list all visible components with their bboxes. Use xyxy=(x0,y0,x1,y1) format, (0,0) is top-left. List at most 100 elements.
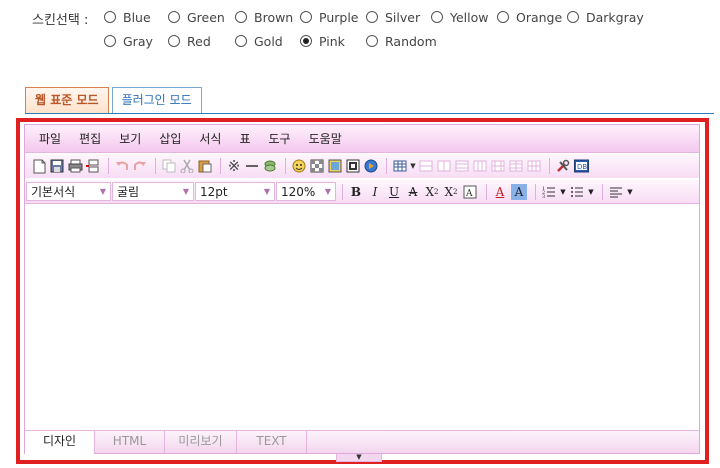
menu-table[interactable]: 표 xyxy=(230,130,259,147)
chevron-down-icon: ▼ xyxy=(99,187,106,196)
menu-file[interactable]: 파일 xyxy=(30,130,70,147)
table-row-insert-icon[interactable] xyxy=(418,158,434,174)
radio-icon[interactable] xyxy=(366,35,378,47)
skin-option-green[interactable]: Green xyxy=(168,8,225,26)
save-icon[interactable] xyxy=(49,158,65,174)
menu-insert[interactable]: 삽입 xyxy=(150,130,190,147)
align-left-icon[interactable] xyxy=(608,184,624,200)
new-document-icon[interactable] xyxy=(31,158,47,174)
table-delete-row-icon[interactable] xyxy=(454,158,470,174)
editor-content-area[interactable] xyxy=(25,206,699,430)
tab-design[interactable]: 디자인 xyxy=(25,431,95,454)
tools-icon[interactable] xyxy=(555,158,571,174)
image-icon[interactable] xyxy=(327,158,343,174)
highlight-color-icon[interactable]: A xyxy=(511,183,527,200)
skin-option-orange[interactable]: Orange xyxy=(497,8,562,26)
bold-icon[interactable]: B xyxy=(348,184,364,200)
font-family-select[interactable]: 굴림 ▼ xyxy=(112,182,194,201)
toolbar-separator xyxy=(535,183,536,200)
flash-icon[interactable] xyxy=(345,158,361,174)
tab-html[interactable]: HTML xyxy=(95,431,165,453)
table-delete-column-icon[interactable] xyxy=(472,158,488,174)
menu-view[interactable]: 보기 xyxy=(110,130,150,147)
resize-handle[interactable]: ▼ xyxy=(336,454,382,462)
radio-icon[interactable] xyxy=(104,11,116,23)
paste-icon[interactable] xyxy=(197,158,213,174)
dhtml-icon[interactable]: DB xyxy=(573,158,589,174)
toolbar-separator xyxy=(386,158,387,174)
radio-checked-icon[interactable] xyxy=(300,35,312,47)
table-icon[interactable] xyxy=(392,158,408,174)
background-image-icon[interactable] xyxy=(309,158,325,174)
radio-icon[interactable] xyxy=(366,11,378,23)
radio-icon[interactable] xyxy=(168,35,180,47)
special-character-icon[interactable]: ※ xyxy=(226,158,242,174)
tab-text[interactable]: TEXT xyxy=(237,431,307,453)
tab-preview[interactable]: 미리보기 xyxy=(165,431,237,453)
menu-tools[interactable]: 도구 xyxy=(260,130,300,147)
strikethrough-icon[interactable]: A xyxy=(405,184,421,200)
font-color-icon[interactable]: A xyxy=(492,184,508,200)
skin-option-gray[interactable]: Gray xyxy=(104,32,153,50)
copy-icon[interactable] xyxy=(161,158,177,174)
skin-option-yellow[interactable]: Yellow xyxy=(431,8,488,26)
skin-option-silver[interactable]: Silver xyxy=(366,8,420,26)
toolbar-separator xyxy=(486,183,487,200)
media-icon[interactable] xyxy=(363,158,379,174)
table-split-icon[interactable] xyxy=(508,158,524,174)
chevron-down-icon[interactable]: ▼ xyxy=(588,184,594,200)
horizontal-line-icon[interactable] xyxy=(244,158,260,174)
superscript-icon[interactable]: X2 xyxy=(424,184,440,200)
radio-icon[interactable] xyxy=(168,11,180,23)
radio-icon[interactable] xyxy=(497,11,509,23)
chevron-down-icon[interactable]: ▼ xyxy=(627,184,633,200)
toolbar-separator xyxy=(602,183,603,200)
toolbar-separator xyxy=(108,158,109,174)
radio-icon[interactable] xyxy=(104,35,116,47)
chevron-down-icon[interactable]: ▼ xyxy=(410,158,416,174)
radio-icon[interactable] xyxy=(431,11,443,23)
undo-icon[interactable] xyxy=(114,158,130,174)
skin-option-brown[interactable]: Brown xyxy=(235,8,293,26)
skin-option-red[interactable]: Red xyxy=(168,32,211,50)
menu-help[interactable]: 도움말 xyxy=(300,130,351,147)
skin-option-random[interactable]: Random xyxy=(366,32,437,50)
radio-icon[interactable] xyxy=(567,11,579,23)
toolbar-separator xyxy=(549,158,550,174)
table-merge-icon[interactable] xyxy=(490,158,506,174)
print-icon[interactable] xyxy=(67,158,83,174)
skin-option-blue[interactable]: Blue xyxy=(104,8,151,26)
page-break-icon[interactable] xyxy=(85,158,101,174)
layer-icon[interactable] xyxy=(262,158,278,174)
subscript-icon[interactable]: X2 xyxy=(443,184,459,200)
tab-plugin-mode[interactable]: 플러그인 모드 xyxy=(111,87,202,114)
web-editor: 파일 편집 보기 삽입 서식 표 도구 도움말 ※ ▼ DB 기본서식 ▼ 굴림… xyxy=(24,124,700,454)
ordered-list-icon[interactable]: 123 xyxy=(541,184,557,200)
table-column-insert-icon[interactable] xyxy=(436,158,452,174)
clear-format-icon[interactable]: A xyxy=(462,184,478,200)
tab-web-standard-mode[interactable]: 웹 표준 모드 xyxy=(25,87,109,114)
chevron-down-icon[interactable]: ▼ xyxy=(560,184,566,200)
redo-icon[interactable] xyxy=(132,158,148,174)
skin-option-purple[interactable]: Purple xyxy=(300,8,358,26)
table-properties-icon[interactable] xyxy=(526,158,542,174)
underline-icon[interactable]: U xyxy=(386,184,402,200)
emoticon-icon[interactable] xyxy=(291,158,307,174)
skin-label: 스킨선택 : xyxy=(32,13,89,28)
radio-icon[interactable] xyxy=(235,11,247,23)
unordered-list-icon[interactable] xyxy=(569,184,585,200)
line-height-select[interactable]: 120% ▼ xyxy=(276,182,336,201)
toolbar-format: 기본서식 ▼ 굴림 ▼ 12pt ▼ 120% ▼ B I U A X2 X2 A A … xyxy=(25,180,699,204)
radio-icon[interactable] xyxy=(235,35,247,47)
cut-icon[interactable] xyxy=(179,158,195,174)
radio-icon[interactable] xyxy=(300,11,312,23)
skin-option-pink[interactable]: Pink xyxy=(300,32,345,50)
italic-icon[interactable]: I xyxy=(367,184,383,200)
menu-format[interactable]: 서식 xyxy=(190,130,230,147)
menu-edit[interactable]: 편집 xyxy=(70,130,110,147)
skin-option-darkgray[interactable]: Darkgray xyxy=(567,8,644,26)
paragraph-style-select[interactable]: 기본서식 ▼ xyxy=(26,182,111,201)
font-size-select[interactable]: 12pt ▼ xyxy=(195,182,275,201)
chevron-down-icon: ▼ xyxy=(263,187,270,196)
skin-option-gold[interactable]: Gold xyxy=(235,32,283,50)
